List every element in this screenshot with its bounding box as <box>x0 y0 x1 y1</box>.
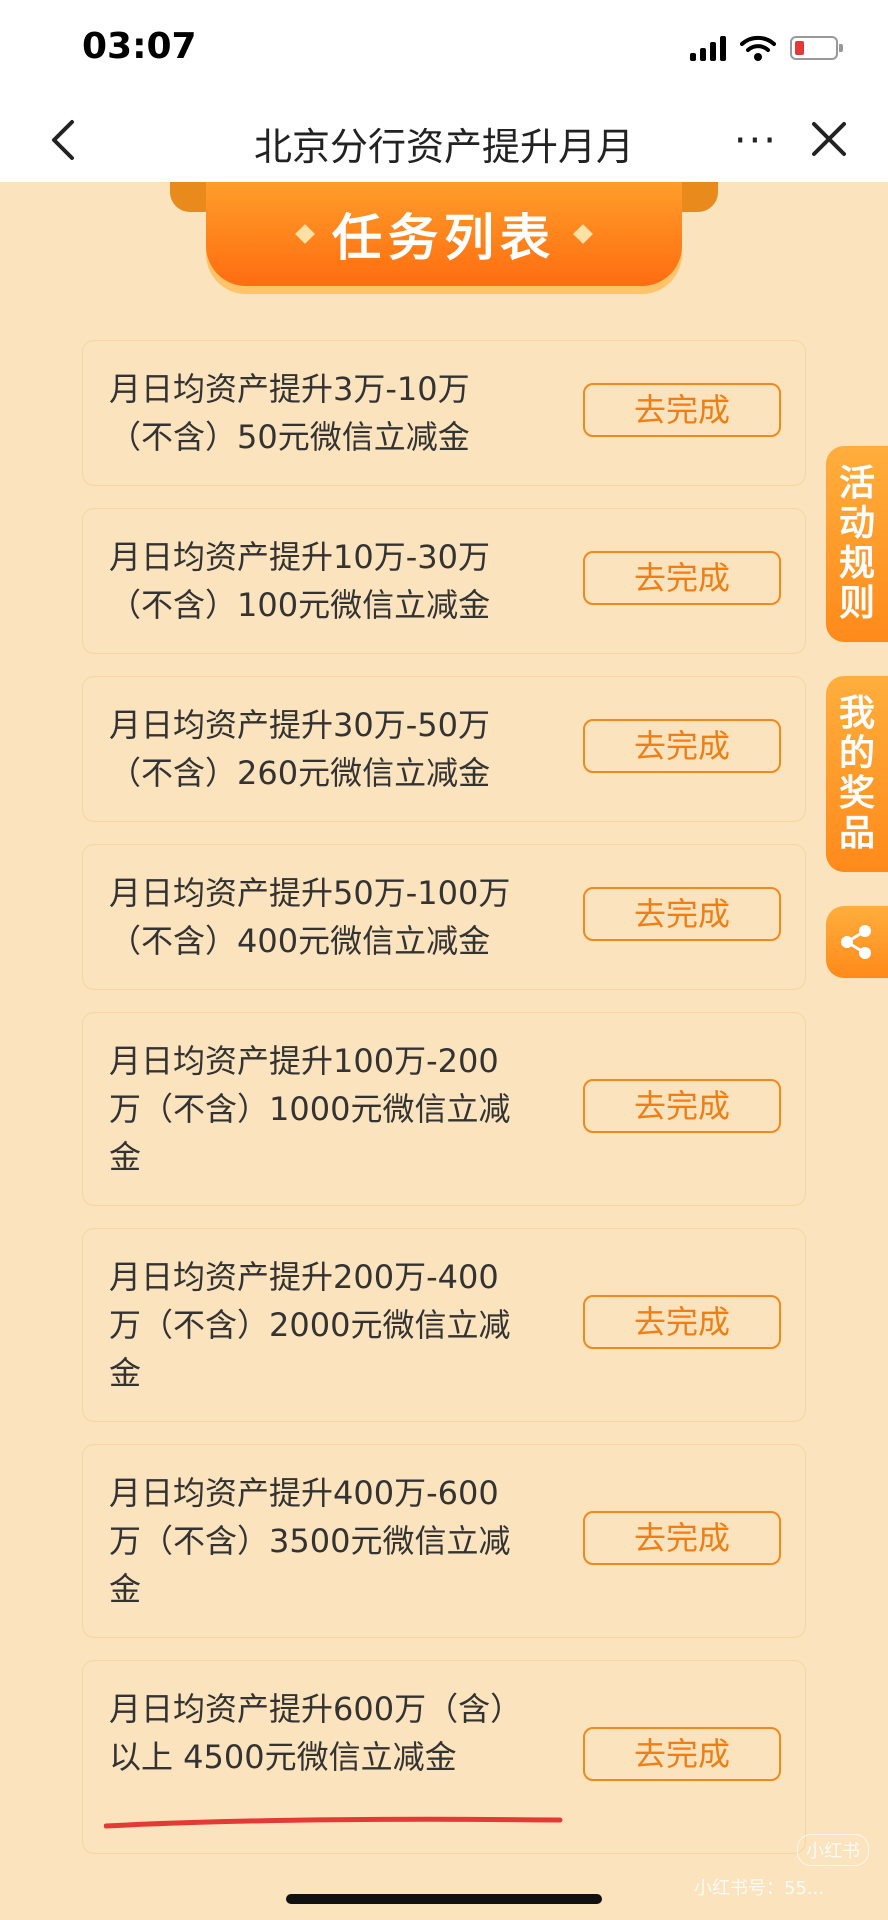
diamond-icon <box>573 224 593 244</box>
task-text: 月日均资产提升400万-600万（不含）3500元微信立减金 <box>109 1474 511 1608</box>
complete-task-button[interactable]: 去完成 <box>583 887 781 941</box>
task-text: 月日均资产提升10万-30万（不含）100元微信立减金 <box>109 538 491 624</box>
task-text: 月日均资产提升100万-200万（不含）1000元微信立减金 <box>109 1042 511 1176</box>
status-bar: 03:07 <box>0 0 888 100</box>
more-icon[interactable]: ··· <box>734 118 778 164</box>
home-indicator <box>286 1894 602 1904</box>
watermark-logo: 小红书 <box>797 1834 869 1866</box>
banner-body: 任务列表 <box>206 182 682 286</box>
wifi-icon <box>740 35 776 61</box>
complete-task-button[interactable]: 去完成 <box>583 1079 781 1133</box>
task-card: 月日均资产提升10万-30万（不含）100元微信立减金 去完成 <box>82 508 806 654</box>
task-text: 月日均资产提升200万-400万（不含）2000元微信立减金 <box>109 1258 511 1392</box>
status-time: 03:07 <box>82 26 197 67</box>
rules-char: 则 <box>838 583 875 624</box>
prizes-char: 品 <box>838 813 875 854</box>
red-underline-annotation <box>104 1816 563 1829</box>
complete-task-button[interactable]: 去完成 <box>583 1295 781 1349</box>
rules-char: 活 <box>838 463 875 504</box>
complete-task-button[interactable]: 去完成 <box>583 719 781 773</box>
task-card: 月日均资产提升30万-50万（不含）260元微信立减金 去完成 <box>82 676 806 822</box>
share-button[interactable] <box>826 906 888 978</box>
nav-bar: 北京分行资产提升月月 ··· <box>0 100 888 182</box>
share-icon <box>841 925 871 959</box>
task-text: 月日均资产提升3万-10万（不含）50元微信立减金 <box>109 370 470 456</box>
watermark-text: 小红书号：55... <box>694 1878 825 1899</box>
prizes-char: 我 <box>838 693 875 734</box>
task-card: 月日均资产提升400万-600万（不含）3500元微信立减金 去完成 <box>82 1444 806 1638</box>
status-icons <box>690 34 843 62</box>
prizes-char: 的 <box>838 733 875 774</box>
task-text: 月日均资产提升30万-50万（不含）260元微信立减金 <box>109 706 491 792</box>
rules-char: 规 <box>838 543 875 584</box>
battery-low-icon <box>790 36 843 60</box>
task-text: 月日均资产提升600万（含）以上 4500元微信立减金 <box>109 1690 523 1776</box>
complete-task-button[interactable]: 去完成 <box>583 551 781 605</box>
banner-title: 任务列表 <box>332 209 556 267</box>
task-card: 月日均资产提升100万-200万（不含）1000元微信立减金 去完成 <box>82 1012 806 1206</box>
complete-task-button[interactable]: 去完成 <box>583 1727 781 1781</box>
task-list-banner: 任务列表 <box>170 182 718 294</box>
task-text: 月日均资产提升50万-100万（不含）400元微信立减金 <box>109 874 511 960</box>
my-prizes-tab[interactable]: 我 的 奖 品 <box>826 676 888 872</box>
diamond-icon <box>295 224 315 244</box>
task-card: 月日均资产提升3万-10万（不含）50元微信立减金 去完成 <box>82 340 806 486</box>
activity-rules-tab[interactable]: 活 动 规 则 <box>826 446 888 642</box>
complete-task-button[interactable]: 去完成 <box>583 1511 781 1565</box>
task-card: 月日均资产提升200万-400万（不含）2000元微信立减金 去完成 <box>82 1228 806 1422</box>
close-icon[interactable] <box>804 114 854 164</box>
rules-char: 动 <box>838 503 875 544</box>
task-card: 月日均资产提升50万-100万（不含）400元微信立减金 去完成 <box>82 844 806 990</box>
signal-icon <box>690 35 726 61</box>
prizes-char: 奖 <box>838 773 875 814</box>
complete-task-button[interactable]: 去完成 <box>583 383 781 437</box>
